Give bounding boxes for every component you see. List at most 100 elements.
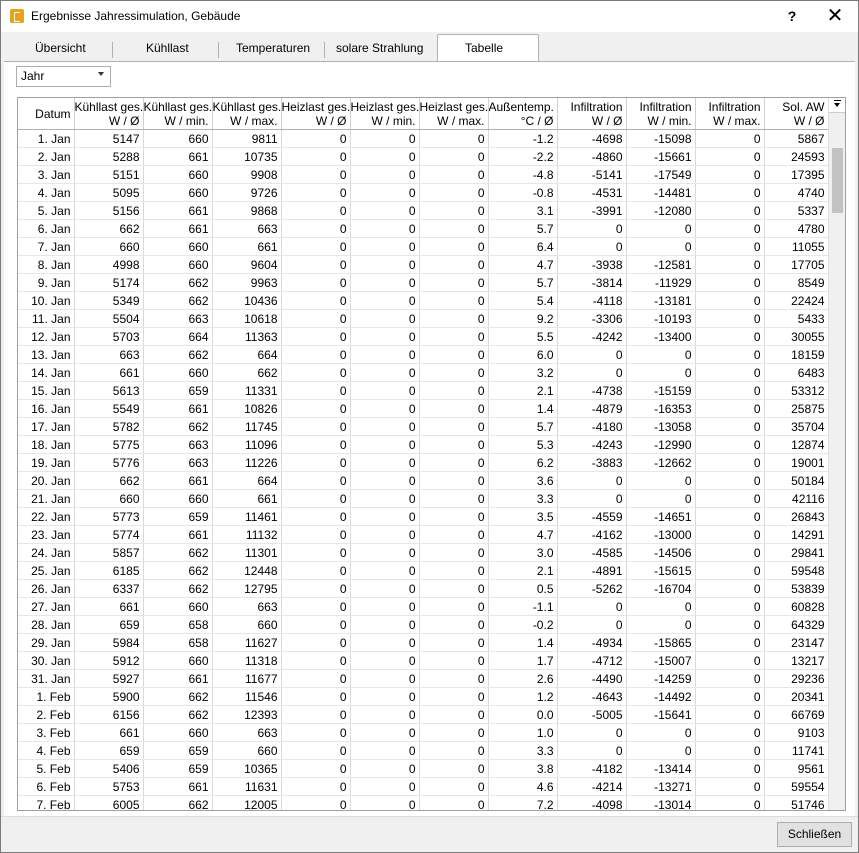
tab-tabelle[interactable]: Tabelle	[437, 34, 539, 62]
table-row[interactable]: 17. Jan 5782 662 11745 0 0 0 5.7 -4180 -13058 0 357…	[18, 417, 829, 436]
table-row[interactable]: 4. Feb 659 659 660 0 0 0 3.3 0 0 0 11741	[18, 741, 829, 760]
table-row[interactable]: 16. Jan 5549 661 10826 0 0 0 1.4 -4879 -16353 0 258…	[18, 399, 829, 418]
column-header[interactable]: Heizlast ges. W / Ø	[281, 98, 351, 130]
table-cell: 0	[419, 255, 489, 274]
tab-kuehllast[interactable]: Kühllast	[146, 41, 189, 55]
scrollbar-thumb[interactable]	[832, 148, 843, 213]
table-cell: 9103	[764, 723, 829, 742]
table-row[interactable]: 3. Jan 5151 660 9908 0 0 0 -4.8 -5141 -17549 0 1739…	[18, 165, 829, 184]
period-select[interactable]: Jahr	[16, 66, 111, 87]
row-date-cell: 1. Jan	[18, 129, 75, 148]
table-row[interactable]: 7. Jan 660 660 661 0 0 0 6.4 0 0 0 11055	[18, 237, 829, 256]
table-cell: 59554	[764, 777, 829, 796]
table-row[interactable]: 2. Jan 5288 661 10735 0 0 0 -2.2 -4860 -15661 0 245…	[18, 147, 829, 166]
table-cell: 53312	[764, 381, 829, 400]
table-row[interactable]: 14. Jan 661 660 662 0 0 0 3.2 0 0 0 6483	[18, 363, 829, 382]
table-row[interactable]: 21. Jan 660 660 661 0 0 0 3.3 0 0 0 42116	[18, 489, 829, 508]
results-table[interactable]: Datum Kühllast ges. W / Ø Kühllast ges. W / …	[17, 97, 846, 811]
column-header-unit: W / max.	[713, 113, 761, 128]
table-cell: 661	[143, 525, 213, 544]
table-row[interactable]: 27. Jan 661 660 663 0 0 0 -1.1 0 0 0 60828	[18, 597, 829, 616]
table-cell: 662	[143, 417, 213, 436]
table-row[interactable]: 22. Jan 5773 659 11461 0 0 0 3.5 -4559 -14651 0 268…	[18, 507, 829, 526]
table-row[interactable]: 8. Jan 4998 660 9604 0 0 0 4.7 -3938 -12581 0 17705	[18, 255, 829, 274]
table-row[interactable]: 12. Jan 5703 664 11363 0 0 0 5.5 -4242 -13400 0 300…	[18, 327, 829, 346]
table-row[interactable]: 15. Jan 5613 659 11331 0 0 0 2.1 -4738 -15159 0 533…	[18, 381, 829, 400]
table-row[interactable]: 1. Jan 5147 660 9811 0 0 0 -1.2 -4698 -15098 0 5867	[18, 129, 829, 148]
table-row[interactable]: 29. Jan 5984 658 11627 0 0 0 1.4 -4934 -15865 0 231…	[18, 633, 829, 652]
table-row[interactable]: 9. Jan 5174 662 9963 0 0 0 5.7 -3814 -11929 0 8549	[18, 273, 829, 292]
table-cell: 0	[419, 435, 489, 454]
row-date-cell: 10. Jan	[18, 291, 75, 310]
column-header[interactable]: Heizlast ges. W / max.	[419, 98, 489, 130]
help-button[interactable]: ?	[780, 5, 804, 27]
table-cell: 12448	[212, 561, 282, 580]
table-row[interactable]: 4. Jan 5095 660 9726 0 0 0 -0.8 -4531 -14481 0 4740	[18, 183, 829, 202]
table-row[interactable]: 11. Jan 5504 663 10618 0 0 0 9.2 -3306 -10193 0 543…	[18, 309, 829, 328]
table-cell: 5433	[764, 309, 829, 328]
table-cell: 3.1	[488, 201, 558, 220]
table-row[interactable]: 6. Feb 5753 661 11631 0 0 0 4.6 -4214 -13271 0 5955…	[18, 777, 829, 796]
table-cell: 9908	[212, 165, 282, 184]
column-header[interactable]: Infiltration W / min.	[626, 98, 696, 130]
column-chooser-icon[interactable]	[829, 98, 845, 113]
table-row[interactable]: 10. Jan 5349 662 10436 0 0 0 5.4 -4118 -13181 0 224…	[18, 291, 829, 310]
table-cell: 5549	[74, 399, 144, 418]
column-header-title: Sol. AW	[782, 99, 825, 114]
table-row[interactable]: 19. Jan 5776 663 11226 0 0 0 6.2 -3883 -12662 0 190…	[18, 453, 829, 472]
column-header[interactable]: Kühllast ges. W / min.	[143, 98, 213, 130]
column-header[interactable]: Infiltration W / max.	[695, 98, 765, 130]
table-cell: 17395	[764, 165, 829, 184]
table-row[interactable]: 26. Jan 6337 662 12795 0 0 0 0.5 -5262 -16704 0 538…	[18, 579, 829, 598]
column-header[interactable]: Heizlast ges. W / min.	[350, 98, 420, 130]
table-cell: 661	[143, 669, 213, 688]
column-header[interactable]: Sol. AW W / Ø	[764, 98, 829, 130]
table-row[interactable]: 5. Jan 5156 661 9868 0 0 0 3.1 -3991 -12080 0 5337	[18, 201, 829, 220]
table-cell: 0	[557, 219, 627, 238]
vertical-scrollbar[interactable]	[828, 98, 845, 810]
table-row[interactable]: 5. Feb 5406 659 10365 0 0 0 3.8 -4182 -13414 0 9561	[18, 759, 829, 778]
tab-uebersicht[interactable]: Übersicht	[35, 41, 86, 55]
results-window: Ergebnisse Jahressimulation, Gebäude ? ✕…	[0, 0, 859, 853]
column-header[interactable]: Außentemp. °C / Ø	[488, 98, 558, 130]
table-cell: 0	[695, 327, 765, 346]
table-row[interactable]: 3. Feb 661 660 663 0 0 0 1.0 0 0 0 9103	[18, 723, 829, 742]
table-row[interactable]: 6. Jan 662 661 663 0 0 0 5.7 0 0 0 4780	[18, 219, 829, 238]
table-cell: 8549	[764, 273, 829, 292]
table-cell: -4.8	[488, 165, 558, 184]
column-header[interactable]: Kühllast ges. W / max.	[212, 98, 282, 130]
table-cell: 0	[350, 165, 420, 184]
table-cell: 0	[281, 615, 351, 634]
table-cell: -4860	[557, 147, 627, 166]
close-button[interactable]: Schließen	[777, 822, 852, 847]
table-cell: 660	[212, 741, 282, 760]
table-cell: -4698	[557, 129, 627, 148]
table-cell: 50184	[764, 471, 829, 490]
table-cell: -4180	[557, 417, 627, 436]
table-row[interactable]: 25. Jan 6185 662 12448 0 0 0 2.1 -4891 -15615 0 595…	[18, 561, 829, 580]
table-cell: 0	[281, 669, 351, 688]
table-row[interactable]: 23. Jan 5774 661 11132 0 0 0 4.7 -4162 -13000 0 142…	[18, 525, 829, 544]
column-header-title: Kühllast ges.	[74, 99, 143, 114]
table-cell: 662	[143, 687, 213, 706]
tab-solare-strahlung[interactable]: solare Strahlung	[336, 41, 423, 55]
table-cell: 0	[419, 363, 489, 382]
table-row[interactable]: 30. Jan 5912 660 11318 0 0 0 1.7 -4712 -15007 0 132…	[18, 651, 829, 670]
column-header[interactable]: Kühllast ges. W / Ø	[74, 98, 144, 130]
column-header[interactable]: Datum	[18, 98, 75, 130]
table-row[interactable]: 20. Jan 662 661 664 0 0 0 3.6 0 0 0 50184	[18, 471, 829, 490]
close-icon[interactable]: ✕	[823, 4, 847, 28]
table-row[interactable]: 28. Jan 659 658 660 0 0 0 -0.2 0 0 0 64329	[18, 615, 829, 634]
table-row[interactable]: 31. Jan 5927 661 11677 0 0 0 2.6 -4490 -14259 0 292…	[18, 669, 829, 688]
table-row[interactable]: 7. Feb 6005 662 12005 0 0 0 7.2 -4098 -13014 0 5174…	[18, 795, 829, 810]
table-row[interactable]: 24. Jan 5857 662 11301 0 0 0 3.0 -4585 -14506 0 298…	[18, 543, 829, 562]
table-cell: 0	[419, 777, 489, 796]
column-header[interactable]: Infiltration W / Ø	[557, 98, 627, 130]
table-row[interactable]: 2. Feb 6156 662 12393 0 0 0 0.0 -5005 -15641 0 6676…	[18, 705, 829, 724]
table-row[interactable]: 18. Jan 5775 663 11096 0 0 0 5.3 -4243 -12990 0 128…	[18, 435, 829, 454]
tab-temperaturen[interactable]: Temperaturen	[236, 41, 310, 55]
table-cell: 0	[695, 741, 765, 760]
table-row[interactable]: 1. Feb 5900 662 11546 0 0 0 1.2 -4643 -14492 0 2034…	[18, 687, 829, 706]
table-row[interactable]: 13. Jan 663 662 664 0 0 0 6.0 0 0 0 18159	[18, 345, 829, 364]
table-cell: 0	[350, 345, 420, 364]
